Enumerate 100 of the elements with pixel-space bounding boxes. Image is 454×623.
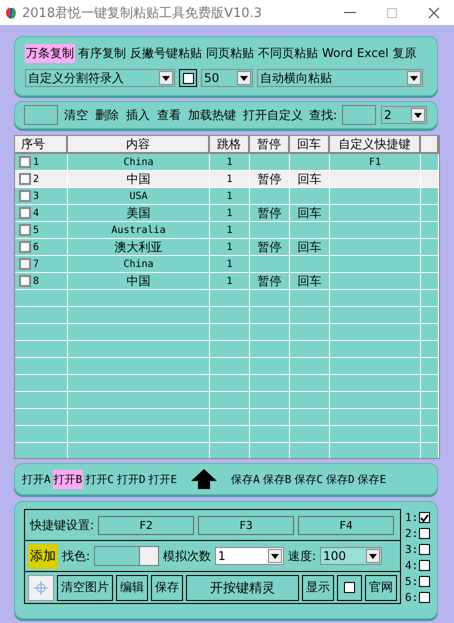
column-header[interactable]: 内容 [68, 136, 210, 152]
checkbox[interactable] [19, 258, 31, 270]
window-title: 2018君悦一键复制粘贴工具免费版V10.3 [22, 4, 263, 22]
table-cell: 1 [226, 242, 233, 252]
table-cell: 中国 [126, 170, 150, 188]
checkbox[interactable] [419, 592, 430, 603]
table-cell: 3 [33, 190, 40, 202]
mode-tab[interactable]: 万条复制 [25, 44, 75, 62]
action-button[interactable]: 打开自定义 [242, 106, 304, 124]
open-button[interactable]: 打开C [84, 470, 115, 488]
table-cell: 1 [226, 224, 233, 236]
color-field[interactable] [94, 546, 160, 566]
table-row[interactable]: 4 美国 1 暂停 回车 [15, 205, 439, 222]
action-button[interactable]: 删除 [94, 106, 120, 124]
save-button[interactable]: 保存D [325, 470, 356, 488]
find-index-dropdown[interactable]: 2 [381, 106, 428, 124]
save-button[interactable]: 保存B [262, 470, 292, 488]
repeat-dropdown[interactable]: 1 [215, 547, 284, 565]
speed-dropdown[interactable]: 100 [320, 547, 382, 565]
checkbox[interactable] [19, 173, 31, 185]
tool-button[interactable]: 清空图片 [57, 574, 113, 600]
column-header[interactable]: 序号 [15, 136, 68, 152]
mode-tab[interactable]: 同页粘贴 [205, 44, 255, 62]
table-cell: 1 [226, 156, 233, 168]
table-cell: 5 [33, 224, 40, 236]
checkbox[interactable] [419, 544, 430, 555]
checkbox[interactable] [419, 528, 430, 539]
checkbox[interactable] [419, 560, 430, 571]
caret-icon [162, 76, 170, 80]
find-field[interactable] [342, 105, 376, 125]
checkbox[interactable] [419, 512, 430, 523]
save-button[interactable]: 保存E [356, 470, 388, 488]
column-header[interactable]: 回车 [290, 136, 330, 152]
maximize-icon [386, 6, 398, 18]
open-button[interactable]: 打开D [116, 470, 146, 488]
column-header[interactable]: 跳格 [210, 136, 250, 152]
action-button[interactable]: 插入 [125, 106, 151, 124]
table-cell: 暂停 [258, 272, 282, 290]
hotkey-field[interactable]: F2 [98, 516, 194, 534]
table-cell: 回车 [298, 170, 322, 188]
checkbox[interactable] [419, 576, 430, 587]
save-button[interactable]: 保存C [293, 470, 324, 488]
slot-label: 2: [405, 527, 418, 540]
column-header[interactable]: 暂停 [250, 136, 290, 152]
open-button[interactable]: 打开E [148, 470, 178, 488]
tool-button[interactable]: 编辑 [116, 574, 148, 600]
action-button[interactable]: 查看 [156, 106, 182, 124]
open-button[interactable]: 打开B [52, 470, 84, 488]
table-cell: 1 [226, 174, 233, 184]
open-button[interactable]: 打开A [21, 470, 52, 488]
checkbox[interactable] [182, 72, 194, 84]
count-dropdown[interactable]: 50 [201, 69, 253, 87]
minimize-icon [344, 12, 356, 13]
checkbox[interactable] [344, 582, 355, 593]
table-cell: Australia [111, 224, 166, 236]
table-cell: 1 [226, 190, 233, 202]
save-button[interactable]: 保存A [230, 470, 261, 488]
paste-mode-dropdown[interactable]: 自动横向粘贴 [257, 69, 423, 87]
table-cell: 回车 [298, 238, 322, 256]
table-cell: 暂停 [258, 204, 282, 222]
table-row[interactable]: 8 中国 1 暂停 回车 [15, 273, 439, 290]
mode-tab[interactable]: 复原 [392, 44, 418, 62]
table-row[interactable]: 2 中国 1 暂停 回车 [15, 171, 439, 188]
checkbox[interactable] [19, 156, 31, 168]
table-cell: 1 [226, 276, 233, 286]
tool-button[interactable]: 显示 [302, 574, 334, 600]
hotkey-field[interactable]: F4 [298, 516, 394, 534]
table-cell: 4 [33, 208, 40, 218]
up-arrow-icon [191, 469, 218, 489]
hotkey-field[interactable]: F3 [198, 516, 294, 534]
table-cell: 1 [226, 208, 233, 218]
color-swatch[interactable] [24, 105, 58, 125]
checkbox[interactable] [19, 207, 31, 219]
table-row[interactable]: 3 USA 1 [15, 188, 439, 205]
website-button[interactable]: 官网 [365, 574, 397, 600]
mode-tab[interactable]: 不同页粘贴 [257, 44, 319, 62]
action-button[interactable]: 清空 [63, 106, 89, 124]
table-row[interactable]: 7 China 1 [15, 256, 439, 273]
crosshair-button[interactable] [28, 574, 54, 600]
mode-tab[interactable]: Word [321, 44, 354, 62]
check-icon [420, 514, 430, 522]
mode-tab[interactable]: 有序复制 [77, 44, 127, 62]
table-cell: USA [129, 190, 148, 202]
table-row[interactable]: 6 澳大利亚 1 暂停 回车 [15, 239, 439, 256]
separator-dropdown[interactable]: 自定义分割符录入 [25, 69, 175, 87]
checkbox[interactable] [19, 190, 31, 202]
mode-tab[interactable]: 反撇号键粘贴 [129, 44, 203, 62]
app-logo-icon [4, 6, 18, 20]
mode-tab[interactable]: Excel [356, 44, 390, 62]
column-header[interactable]: 自定义快捷键 [330, 136, 421, 152]
action-button[interactable]: 加载热键 [187, 106, 237, 124]
tool-button[interactable]: 开按键精灵 [186, 574, 299, 600]
table-cell: 6 [33, 242, 40, 252]
checkbox[interactable] [19, 241, 31, 253]
checkbox[interactable] [19, 275, 31, 287]
tool-button[interactable]: 保存 [151, 574, 183, 600]
checkbox[interactable] [19, 224, 31, 236]
add-button[interactable]: 添加 [28, 544, 58, 568]
hotkey-label: 快捷键设置: [30, 516, 94, 534]
table-row[interactable]: 5 Australia 1 [15, 222, 439, 239]
